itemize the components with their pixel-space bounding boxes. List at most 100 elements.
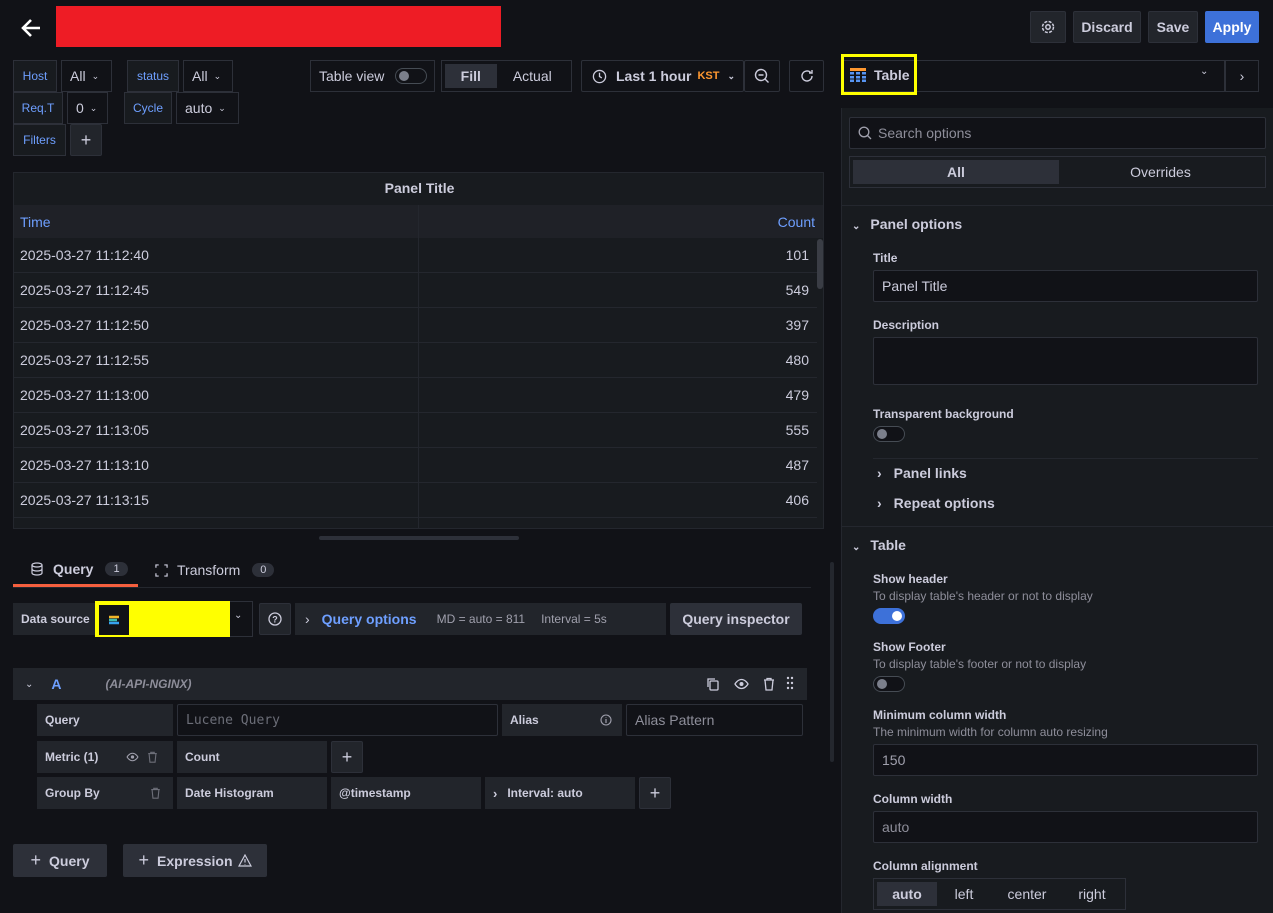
show-footer-switch[interactable] — [873, 676, 905, 692]
settings-button[interactable] — [1030, 11, 1066, 43]
panel: Panel Title Time Count 2025-03-27 11:12:… — [13, 172, 824, 529]
col-width-input[interactable]: auto — [873, 811, 1258, 843]
zoom-out-button[interactable] — [744, 60, 780, 92]
show-footer-desc: To display table's footer or not to disp… — [873, 657, 1087, 671]
tab-query-count: 1 — [105, 561, 128, 576]
description-textarea[interactable] — [873, 337, 1258, 385]
add-groupby-button[interactable]: + — [639, 777, 671, 809]
panel-options-header[interactable]: ⌄ Panel options — [852, 216, 962, 232]
var-status-select[interactable]: All ⌄ — [183, 60, 233, 92]
transparent-switch[interactable] — [873, 426, 905, 442]
panel-resize-handle[interactable] — [319, 536, 519, 540]
query-label: Query — [37, 704, 173, 736]
table-view-toggle-group[interactable]: Table view — [310, 60, 435, 92]
add-query-button[interactable]: + Query — [13, 844, 107, 877]
tab-query[interactable]: Query 1 — [13, 553, 138, 587]
query-inspector-button[interactable]: Query inspector — [670, 603, 802, 635]
add-metric-button[interactable]: + — [331, 741, 363, 773]
groupby-type-select[interactable]: Date Histogram — [177, 777, 327, 809]
title-input[interactable]: Panel Title — [873, 270, 1258, 302]
apply-button[interactable]: Apply — [1205, 11, 1259, 43]
query-options-label: Query options — [321, 611, 417, 627]
tab-query-label: Query — [53, 560, 94, 577]
eye-icon[interactable] — [126, 752, 139, 762]
query-ref-id[interactable]: A — [51, 676, 61, 692]
collapse-options-button[interactable]: › — [1225, 60, 1259, 92]
table-row: 2025-03-27 11:12:50 397 — [14, 308, 817, 343]
add-filter-button[interactable]: + — [70, 124, 102, 156]
show-header-switch[interactable] — [873, 608, 905, 624]
time-picker-button[interactable]: Last 1 hour KST ⌄ — [581, 60, 744, 92]
trash-icon[interactable] — [147, 751, 158, 763]
help-icon: ? — [268, 612, 282, 626]
column-header-time[interactable]: Time — [14, 205, 419, 238]
options-tabs: All Overrides — [849, 156, 1266, 188]
trash-icon[interactable] — [763, 677, 775, 691]
trash-icon[interactable] — [150, 787, 161, 799]
timezone-label: KST — [697, 70, 720, 82]
var-host-select[interactable]: All ⌄ — [61, 60, 112, 92]
align-center[interactable]: center — [991, 882, 1063, 906]
tab-overrides[interactable]: Overrides — [1059, 160, 1262, 184]
save-button[interactable]: Save — [1148, 11, 1198, 43]
cell-time: 2025-03-27 11:12:45 — [14, 273, 419, 307]
chevron-right-icon: › — [1239, 68, 1245, 84]
duplicate-query-icon[interactable] — [706, 677, 720, 691]
align-right[interactable]: right — [1063, 882, 1121, 906]
tab-transform-count: 0 — [252, 563, 275, 577]
panel-options-label: Panel options — [870, 216, 963, 232]
chevron-down-icon[interactable]: ⌄ — [25, 679, 33, 690]
groupby-field-select[interactable]: @timestamp — [331, 777, 481, 809]
table-view-switch[interactable] — [395, 68, 427, 84]
transparent-label: Transparent background — [873, 407, 1014, 421]
groupby-interval-toggle[interactable]: › Interval: auto — [485, 777, 635, 809]
lucene-query-input[interactable]: Lucene Query — [177, 704, 498, 736]
refresh-button[interactable] — [789, 60, 824, 92]
tab-all[interactable]: All — [853, 160, 1059, 184]
cell-count: 101 — [785, 247, 809, 263]
fill-button[interactable]: Fill — [445, 64, 497, 88]
alias-pattern-input[interactable]: Alias Pattern — [626, 704, 803, 736]
datasource-label: Data source — [13, 603, 95, 635]
query-options-bar[interactable]: › Query options MD = auto = 811 Interval… — [295, 603, 666, 635]
datasource-help-button[interactable]: ? — [259, 603, 291, 635]
add-expression-button[interactable]: + Expression — [123, 844, 267, 877]
column-header-count[interactable]: Count — [419, 214, 823, 230]
viz-picker-highlight[interactable]: Table — [841, 54, 917, 95]
eye-icon[interactable] — [734, 678, 749, 690]
align-left[interactable]: left — [937, 882, 991, 906]
cell-time: 2025-03-27 11:13:15 — [14, 483, 419, 517]
metric-label-text: Metric (1) — [45, 750, 99, 764]
table-view-label: Table view — [319, 68, 385, 84]
discard-button[interactable]: Discard — [1073, 11, 1141, 43]
search-options-input[interactable]: Search options — [849, 117, 1266, 149]
add-expression-label: Expression — [157, 852, 233, 869]
cell-count: 479 — [785, 387, 809, 403]
min-col-width-input[interactable]: 150 — [873, 744, 1258, 776]
back-button[interactable] — [18, 14, 46, 42]
fill-actual-group: Fill Actual — [441, 60, 572, 92]
table-options-header[interactable]: ⌄ Table — [852, 537, 906, 553]
query-editor-scrollbar[interactable] — [830, 562, 834, 762]
var-status-label: status — [127, 60, 179, 92]
show-header-desc: To display table's header or not to disp… — [873, 589, 1093, 603]
chevron-right-icon: › — [493, 785, 498, 801]
table-scrollbar[interactable] — [817, 239, 823, 289]
title-label: Title — [873, 251, 898, 265]
align-auto[interactable]: auto — [877, 882, 937, 906]
repeat-options-header[interactable]: › Repeat options — [877, 495, 995, 511]
metric-type-select[interactable]: Count — [177, 741, 327, 773]
actual-button[interactable]: Actual — [497, 64, 568, 88]
var-status-value: All — [192, 68, 208, 84]
drag-handle-icon[interactable] — [786, 676, 794, 690]
tab-transform-label: Transform — [177, 562, 241, 578]
var-reqt-select[interactable]: 0 ⌄ — [67, 92, 108, 124]
var-cycle-select[interactable]: auto ⌄ — [176, 92, 239, 124]
refresh-icon — [800, 70, 813, 82]
var-reqt-value: 0 — [76, 100, 84, 116]
tab-transform[interactable]: Transform 0 — [155, 553, 280, 587]
chevron-down-icon: ⌄ — [1200, 66, 1209, 77]
var-reqt-label: Req.T — [13, 92, 63, 124]
panel-links-header[interactable]: › Panel links — [877, 465, 967, 481]
lucene-query-placeholder: Lucene Query — [186, 712, 280, 728]
